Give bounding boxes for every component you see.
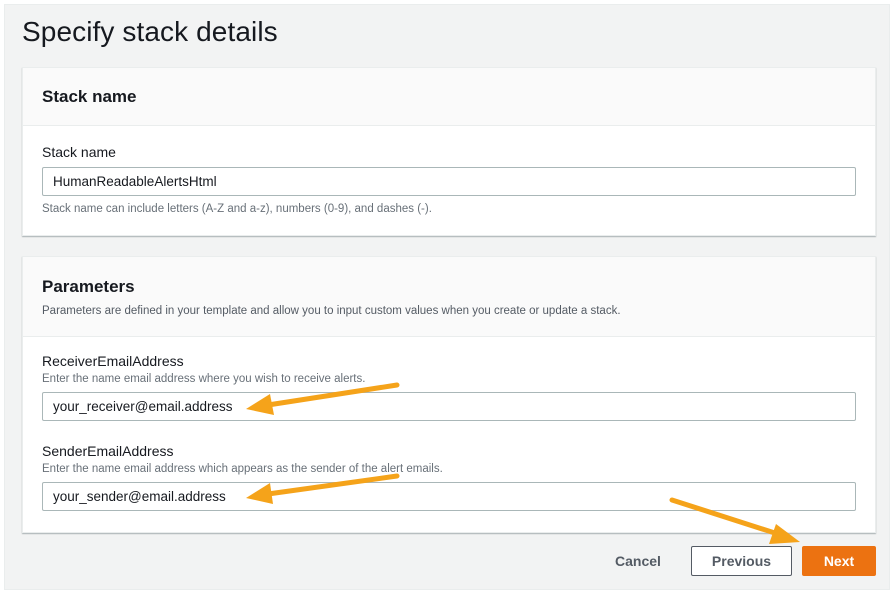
stack-name-hint: Stack name can include letters (A-Z and …: [42, 203, 432, 215]
sender-email-label: SenderEmailAddress: [42, 443, 174, 459]
page-title: Specify stack details: [22, 16, 278, 47]
parameters-panel-title: Parameters: [42, 277, 135, 296]
stack-name-panel: Stack name Stack name Stack name can inc…: [22, 67, 876, 236]
stack-name-label: Stack name: [42, 144, 116, 160]
next-button[interactable]: Next: [802, 546, 876, 576]
receiver-email-hint: Enter the name email address where you w…: [42, 373, 366, 385]
previous-button[interactable]: Previous: [691, 546, 792, 576]
parameters-panel-header: Parameters Parameters are defined in you…: [23, 257, 875, 337]
cancel-button[interactable]: Cancel: [604, 546, 672, 576]
stack-name-panel-title: Stack name: [42, 87, 137, 106]
sender-email-input[interactable]: [42, 482, 856, 511]
parameters-panel-description: Parameters are defined in your template …: [42, 305, 621, 317]
stack-name-panel-header: Stack name: [23, 68, 875, 126]
receiver-email-label: ReceiverEmailAddress: [42, 353, 184, 369]
receiver-email-input[interactable]: [42, 392, 856, 421]
parameters-panel: Parameters Parameters are defined in you…: [22, 256, 876, 533]
sender-email-hint: Enter the name email address which appea…: [42, 463, 443, 475]
stack-name-input[interactable]: [42, 167, 856, 196]
